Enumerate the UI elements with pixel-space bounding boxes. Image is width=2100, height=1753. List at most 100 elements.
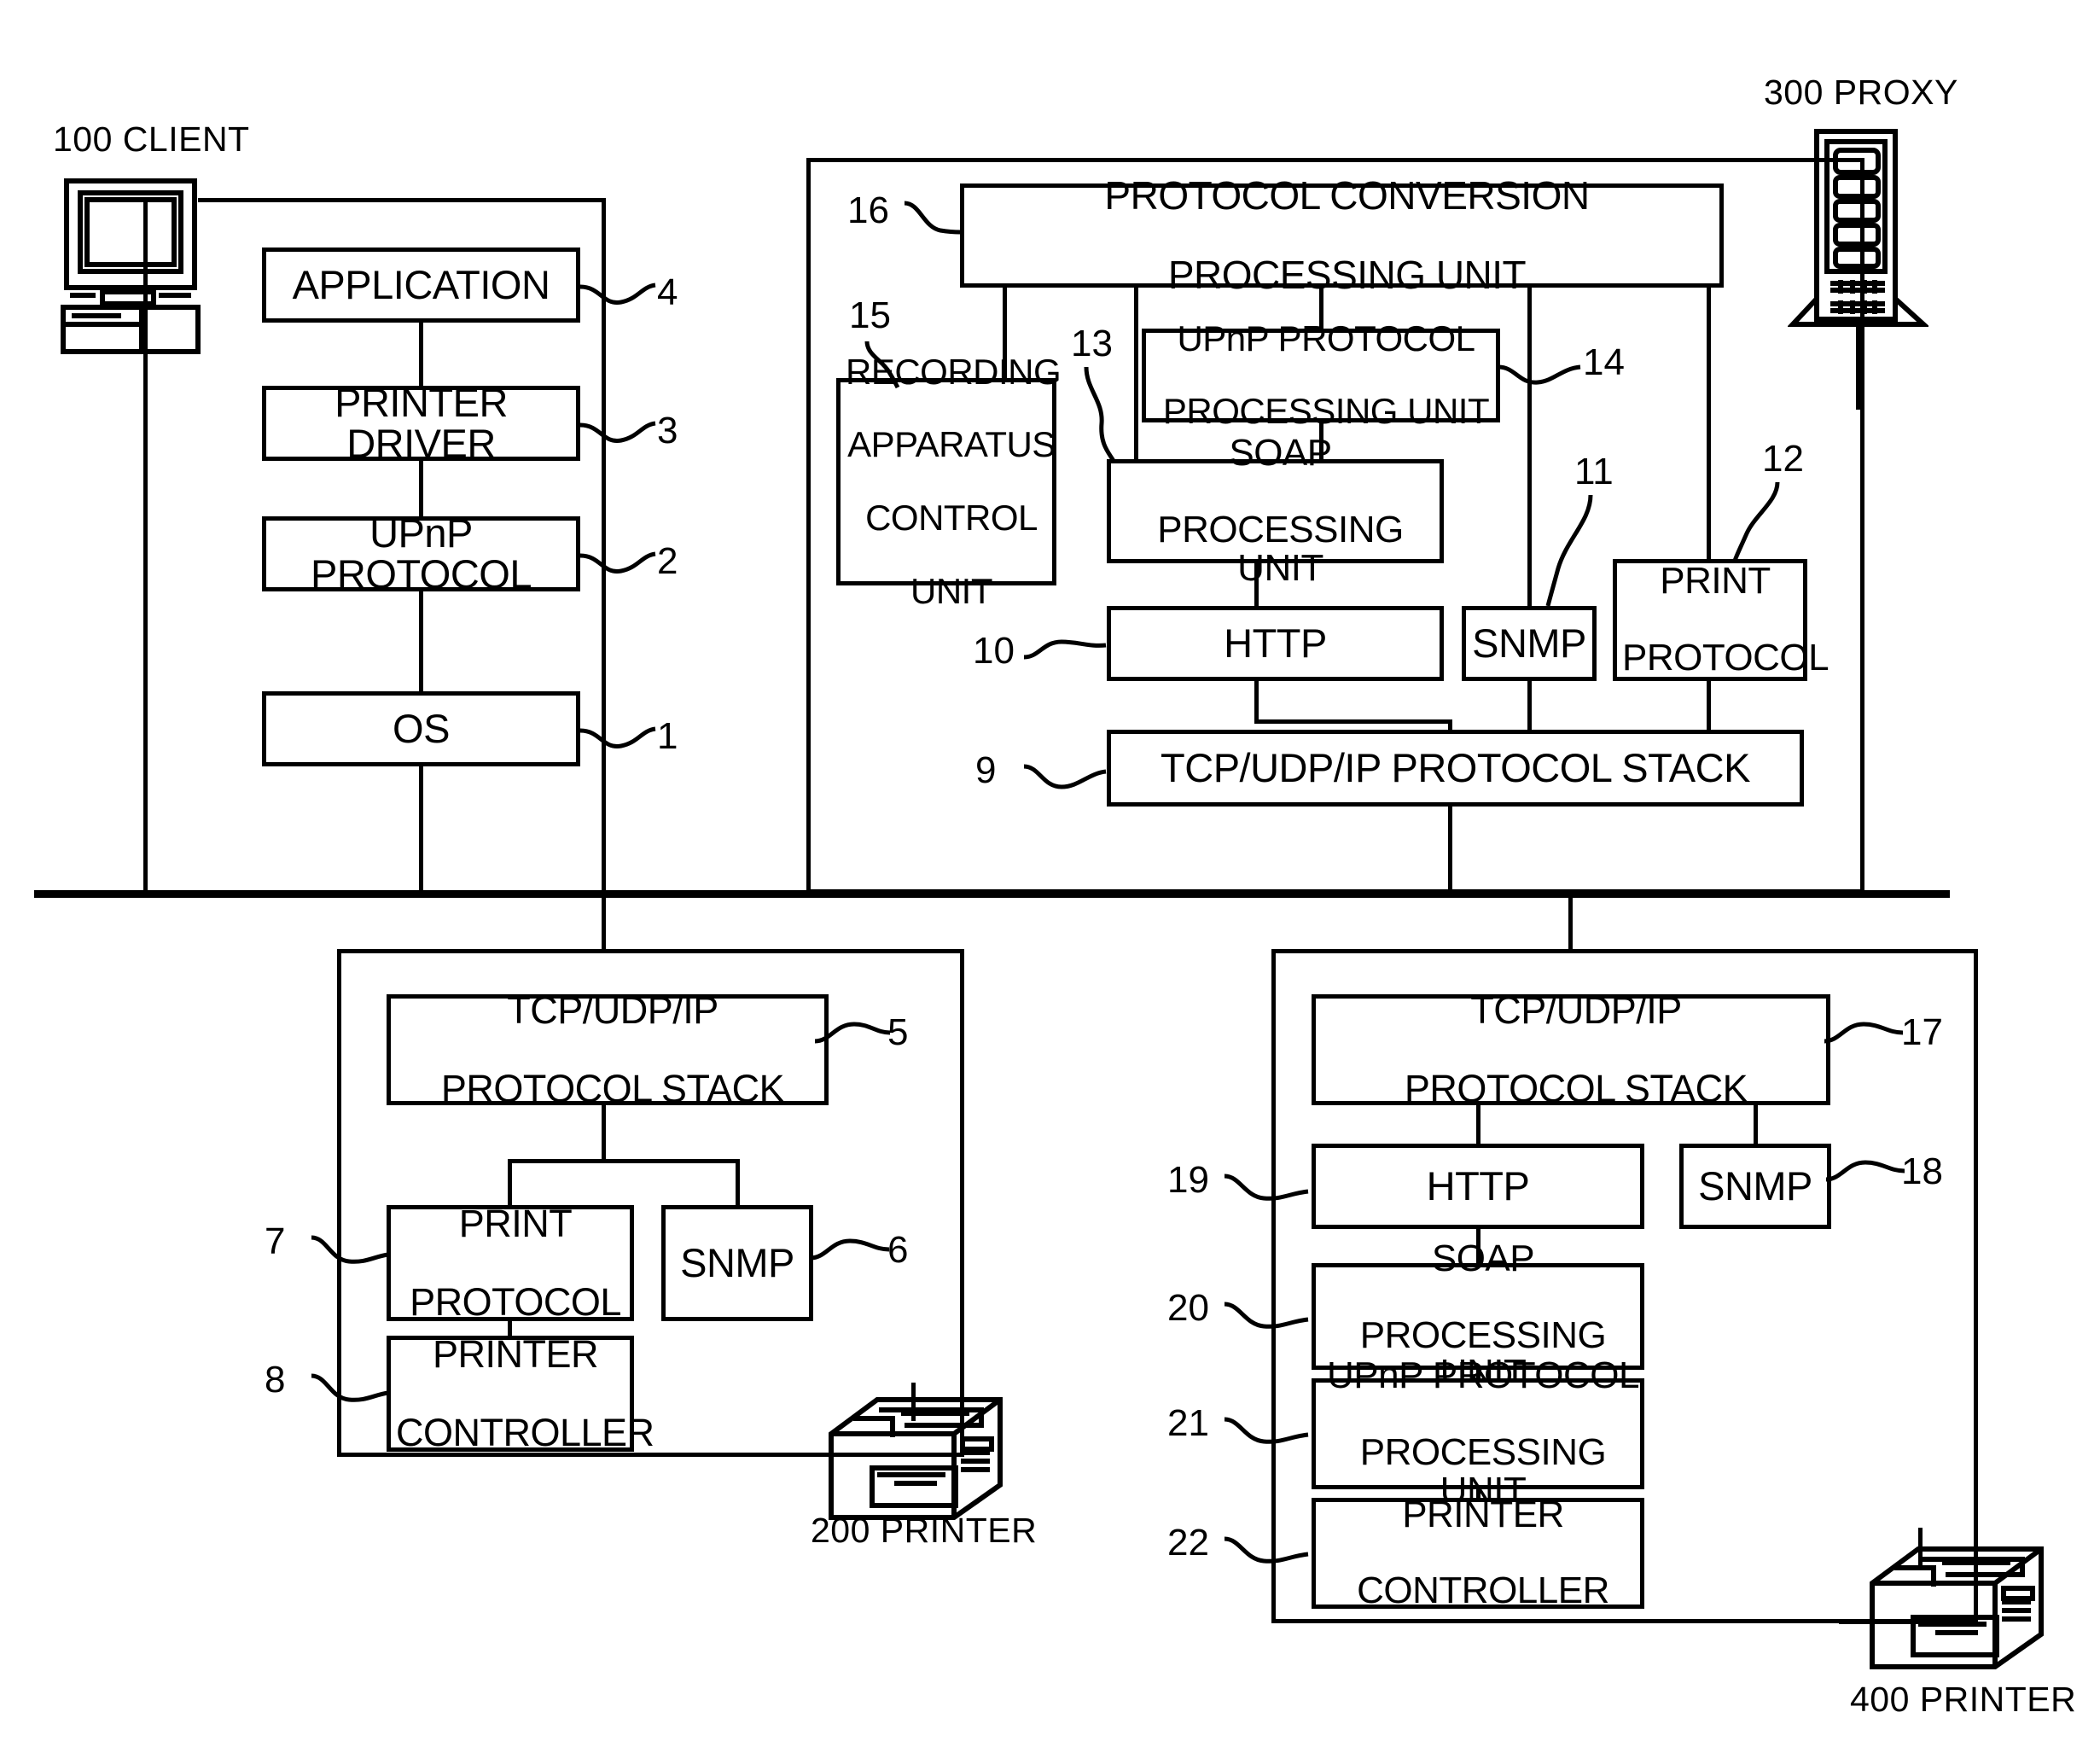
client-block-application-label: APPLICATION (292, 262, 550, 308)
proxy-connector-soap-http (1254, 563, 1259, 606)
printer200-leader-5 (814, 1017, 892, 1053)
client-block-printer-driver-label: PRINTER DRIVER (334, 380, 508, 466)
printer400-bus-connector (1568, 894, 1573, 952)
proxy-block-snmp[interactable]: SNMP (1462, 606, 1597, 681)
proxy-block-upnp-processing-label: UPnP PROTOCOL PROCESSING UNIT (1162, 317, 1490, 432)
proxy-icon-link-horizontal (806, 158, 1860, 162)
proxy-block-recording-apparatus-control[interactable]: RECORDING APPARATUS CONTROL UNIT (836, 353, 1062, 609)
client-connector-os-bus (419, 766, 423, 893)
client-connector-app-driver (419, 323, 423, 386)
printer400-leader-17 (1824, 1017, 1905, 1053)
proxy-block-soap-processing-label: SOAP PROCESSING UNIT (1157, 432, 1404, 589)
proxy-refnum-16: 16 (847, 189, 889, 231)
client-connector-upnp-os (419, 591, 423, 691)
printer200-connector-to-snmp (736, 1159, 740, 1205)
client-leader-2 (579, 540, 661, 574)
proxy-block-protocol-conversion-label: PROTOCOL CONVERSION PROCESSING UNIT (1104, 172, 1590, 298)
proxy-refnum-13: 13 (1071, 323, 1113, 364)
printer400-connector-soap-upnp (1476, 1370, 1480, 1378)
printer400-connector-http-soap (1476, 1229, 1480, 1263)
proxy-connector-pcu-upnp (1319, 288, 1323, 329)
proxy-block-protocol-conversion[interactable]: PROTOCOL CONVERSION PROCESSING UNIT (960, 175, 1724, 295)
printer200-block-print-protocol[interactable]: PRINT PROTOCOL (387, 1204, 634, 1321)
proxy-connector-pcu-soapleft (1134, 288, 1138, 459)
proxy-leader-12 (1728, 481, 1788, 563)
proxy-block-print-protocol-label: PRINT PROTOCOL (1622, 560, 1830, 678)
printer-icon (1860, 1540, 2056, 1681)
proxy-leader-15 (864, 341, 910, 389)
proxy-connector-stack-bus (1448, 807, 1452, 894)
proxy-connector-pcu-recording (1003, 288, 1007, 378)
proxy-block-http-label: HTTP (1224, 620, 1327, 667)
proxy-connector-http-down (1254, 681, 1259, 724)
printer200-block-printer-controller[interactable]: PRINTER CONTROLLER (387, 1335, 654, 1452)
printer200-connector-to-print-protocol (508, 1159, 512, 1205)
client-block-upnp-protocol[interactable]: UPnP PROTOCOL (262, 513, 580, 594)
printer400-block-printer-controller[interactable]: PRINTER CONTROLLER (1312, 1495, 1644, 1610)
proxy-connector-pcu-print (1707, 288, 1711, 559)
proxy-block-tcp-stack[interactable]: TCP/UDP/IP PROTOCOL STACK (1107, 730, 1804, 807)
printer400-block-upnp-processing[interactable]: UPnP PROTOCOL PROCESSING UNIT (1312, 1356, 1644, 1510)
client-leader-4 (579, 271, 661, 306)
proxy-refnum-10: 10 (973, 630, 1015, 672)
printer400-leader-20 (1224, 1292, 1310, 1331)
printer400-block-tcp-stack[interactable]: TCP/UDP/IP PROTOCOL STACK (1312, 991, 1830, 1108)
proxy-refnum-14: 14 (1583, 341, 1625, 383)
proxy-connector-pcu-snmp (1527, 288, 1532, 606)
client-enclosure-left (143, 198, 148, 894)
printer400-refnum-18: 18 (1901, 1150, 1943, 1192)
printer400-block-snmp[interactable]: SNMP (1679, 1144, 1831, 1229)
proxy-refnum-12: 12 (1762, 438, 1804, 480)
printer200-icon-link-horizontal (337, 1453, 823, 1457)
desktop-computer-icon (58, 178, 224, 357)
printer400-caption: 400 PRINTER (1850, 1680, 2077, 1719)
client-block-application[interactable]: APPLICATION (262, 248, 580, 323)
printer200-caption: 200 PRINTER (811, 1511, 1038, 1550)
client-connector-driver-upnp (419, 461, 423, 516)
proxy-icon-link-vertical (1856, 324, 1860, 410)
printer400-refnum-22: 22 (1167, 1522, 1209, 1564)
printer400-refnum-21: 21 (1167, 1402, 1209, 1444)
proxy-leader-13 (1079, 366, 1131, 463)
printer200-connector-stack-split (602, 1105, 606, 1163)
proxy-refnum-11: 11 (1574, 451, 1614, 492)
proxy-block-print-protocol[interactable]: PRINT PROTOCOL (1613, 559, 1830, 681)
printer200-block-snmp-label: SNMP (680, 1240, 794, 1286)
proxy-connector-http-to-stack (1254, 719, 1452, 724)
client-leader-3 (579, 410, 661, 444)
printer200-refnum-8: 8 (265, 1359, 286, 1401)
printer400-refnum-17: 17 (1901, 1011, 1943, 1053)
printer200-leader-7 (311, 1226, 390, 1265)
proxy-leader-16 (904, 193, 964, 236)
proxy-caption: 300 PROXY (1764, 73, 1958, 112)
proxy-leader-9 (1023, 751, 1109, 790)
client-block-printer-driver[interactable]: PRINTER DRIVER (262, 382, 580, 463)
printer400-leader-19 (1224, 1164, 1310, 1203)
printer400-block-upnp-processing-label: UPnP PROTOCOL PROCESSING UNIT (1327, 1354, 1640, 1511)
proxy-connector-print-stack (1707, 681, 1711, 730)
printer400-block-snmp-label: SNMP (1698, 1163, 1812, 1209)
printer400-leader-18 (1825, 1157, 1907, 1193)
printer200-refnum-7: 7 (265, 1220, 286, 1262)
printer400-block-http[interactable]: HTTP (1312, 1144, 1644, 1229)
proxy-refnum-15: 15 (849, 294, 891, 336)
proxy-connector-upnp-soap (1319, 422, 1323, 459)
proxy-leader-10 (1023, 632, 1109, 666)
proxy-block-http[interactable]: HTTP (1107, 606, 1444, 681)
proxy-block-upnp-processing[interactable]: UPnP PROTOCOL PROCESSING UNIT (1142, 320, 1500, 429)
client-leader-1 (579, 715, 661, 749)
client-block-os[interactable]: OS (262, 691, 580, 766)
printer400-block-tcp-stack-label: TCP/UDP/IP PROTOCOL STACK (1404, 988, 1748, 1110)
proxy-block-soap-processing[interactable]: SOAP PROCESSING UNIT (1107, 434, 1444, 587)
printer200-bus-connector (602, 894, 606, 952)
printer200-block-tcp-stack[interactable]: TCP/UDP/IP PROTOCOL STACK (387, 991, 829, 1108)
client-block-os-label: OS (393, 706, 450, 752)
printer200-leader-8 (311, 1364, 390, 1403)
printer200-block-snmp[interactable]: SNMP (661, 1205, 813, 1321)
printer400-connector-stack-http (1476, 1105, 1480, 1144)
proxy-leader-14 (1498, 348, 1584, 385)
printer400-refnum-20: 20 (1167, 1287, 1209, 1329)
printer400-refnum-19: 19 (1167, 1159, 1209, 1201)
printer400-block-soap-processing[interactable]: SOAP PROCESSING UNIT (1312, 1239, 1644, 1392)
proxy-block-tcp-stack-label: TCP/UDP/IP PROTOCOL STACK (1161, 745, 1750, 791)
